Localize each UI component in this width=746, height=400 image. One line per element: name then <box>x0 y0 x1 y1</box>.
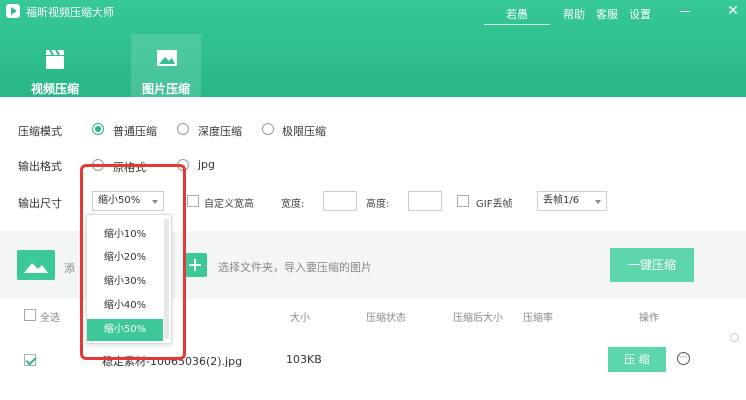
app-header: 福昕视频压缩大师 若愚 帮助 客服 设置 ✕ 视频压缩 图片压缩 <box>0 0 746 97</box>
radio-normal[interactable] <box>92 123 104 135</box>
add-folder-icon[interactable] <box>183 253 207 277</box>
add-image-label: 添 <box>64 262 75 275</box>
row-compress-button[interactable]: 压 缩 <box>608 347 666 372</box>
option-extreme-label: 极限压缩 <box>282 125 326 138</box>
row-checkbox[interactable] <box>24 354 36 366</box>
menu-help[interactable]: 帮助 <box>563 6 585 22</box>
tab-image-label: 图片压缩 <box>141 82 190 96</box>
highlight-annotation <box>80 164 186 360</box>
tab-image-compress[interactable]: 图片压缩 <box>131 34 201 97</box>
height-label: 高度: <box>366 199 390 210</box>
app-logo-icon <box>6 4 20 18</box>
gif-drop-select[interactable]: 丢帧1/6 <box>537 191 607 211</box>
radio-extreme[interactable] <box>262 123 274 135</box>
menu-service[interactable]: 客服 <box>596 6 618 22</box>
mode-label: 压缩模式 <box>18 125 62 138</box>
width-input[interactable] <box>323 191 357 211</box>
app-title: 福昕视频压缩大师 <box>26 6 114 19</box>
add-folder-label: 选择文件夹，导入要压缩的图片 <box>218 261 372 274</box>
select-all-label: 全选 <box>40 313 60 324</box>
option-jpg-label: jpg <box>198 158 216 171</box>
gif-drop-checkbox[interactable] <box>457 195 469 207</box>
gif-drop-select-value: 丢帧1/6 <box>543 195 580 206</box>
size-label: 输出尺寸 <box>18 197 62 210</box>
gif-drop-label: GIF丢帧 <box>476 199 513 210</box>
option-normal-label: 普通压缩 <box>113 125 157 138</box>
minimize-button[interactable] <box>676 2 694 20</box>
col-action: 操作 <box>639 313 659 324</box>
col-status: 压缩状态 <box>366 313 406 324</box>
col-size: 大小 <box>290 313 310 324</box>
add-image-icon[interactable] <box>17 250 55 280</box>
image-icon <box>157 50 177 66</box>
chevron-down-icon <box>595 200 601 204</box>
col-compressed-size: 压缩后大小 <box>453 313 503 324</box>
compress-all-button[interactable]: 一键压缩 <box>610 248 694 282</box>
format-label: 输出格式 <box>18 160 62 173</box>
close-button[interactable]: ✕ <box>724 2 742 20</box>
option-deep-label: 深度压缩 <box>198 125 242 138</box>
clapperboard-icon <box>46 49 64 69</box>
select-all-checkbox[interactable] <box>24 309 36 321</box>
menu-settings[interactable]: 设置 <box>629 6 651 22</box>
custom-size-label: 自定义宽高 <box>204 199 254 210</box>
radio-deep[interactable] <box>177 123 189 135</box>
more-options-icon[interactable]: ··· <box>677 352 690 365</box>
col-ratio: 压缩率 <box>523 313 553 324</box>
user-name-link[interactable]: 若愚 <box>484 6 550 25</box>
tab-video-label: 视频压缩 <box>30 82 79 96</box>
custom-size-checkbox[interactable] <box>187 195 199 207</box>
tab-video-compress[interactable]: 视频压缩 <box>20 34 90 97</box>
height-input[interactable] <box>408 191 442 211</box>
width-label: 宽度: <box>281 199 305 210</box>
file-size: 103KB <box>286 353 322 366</box>
